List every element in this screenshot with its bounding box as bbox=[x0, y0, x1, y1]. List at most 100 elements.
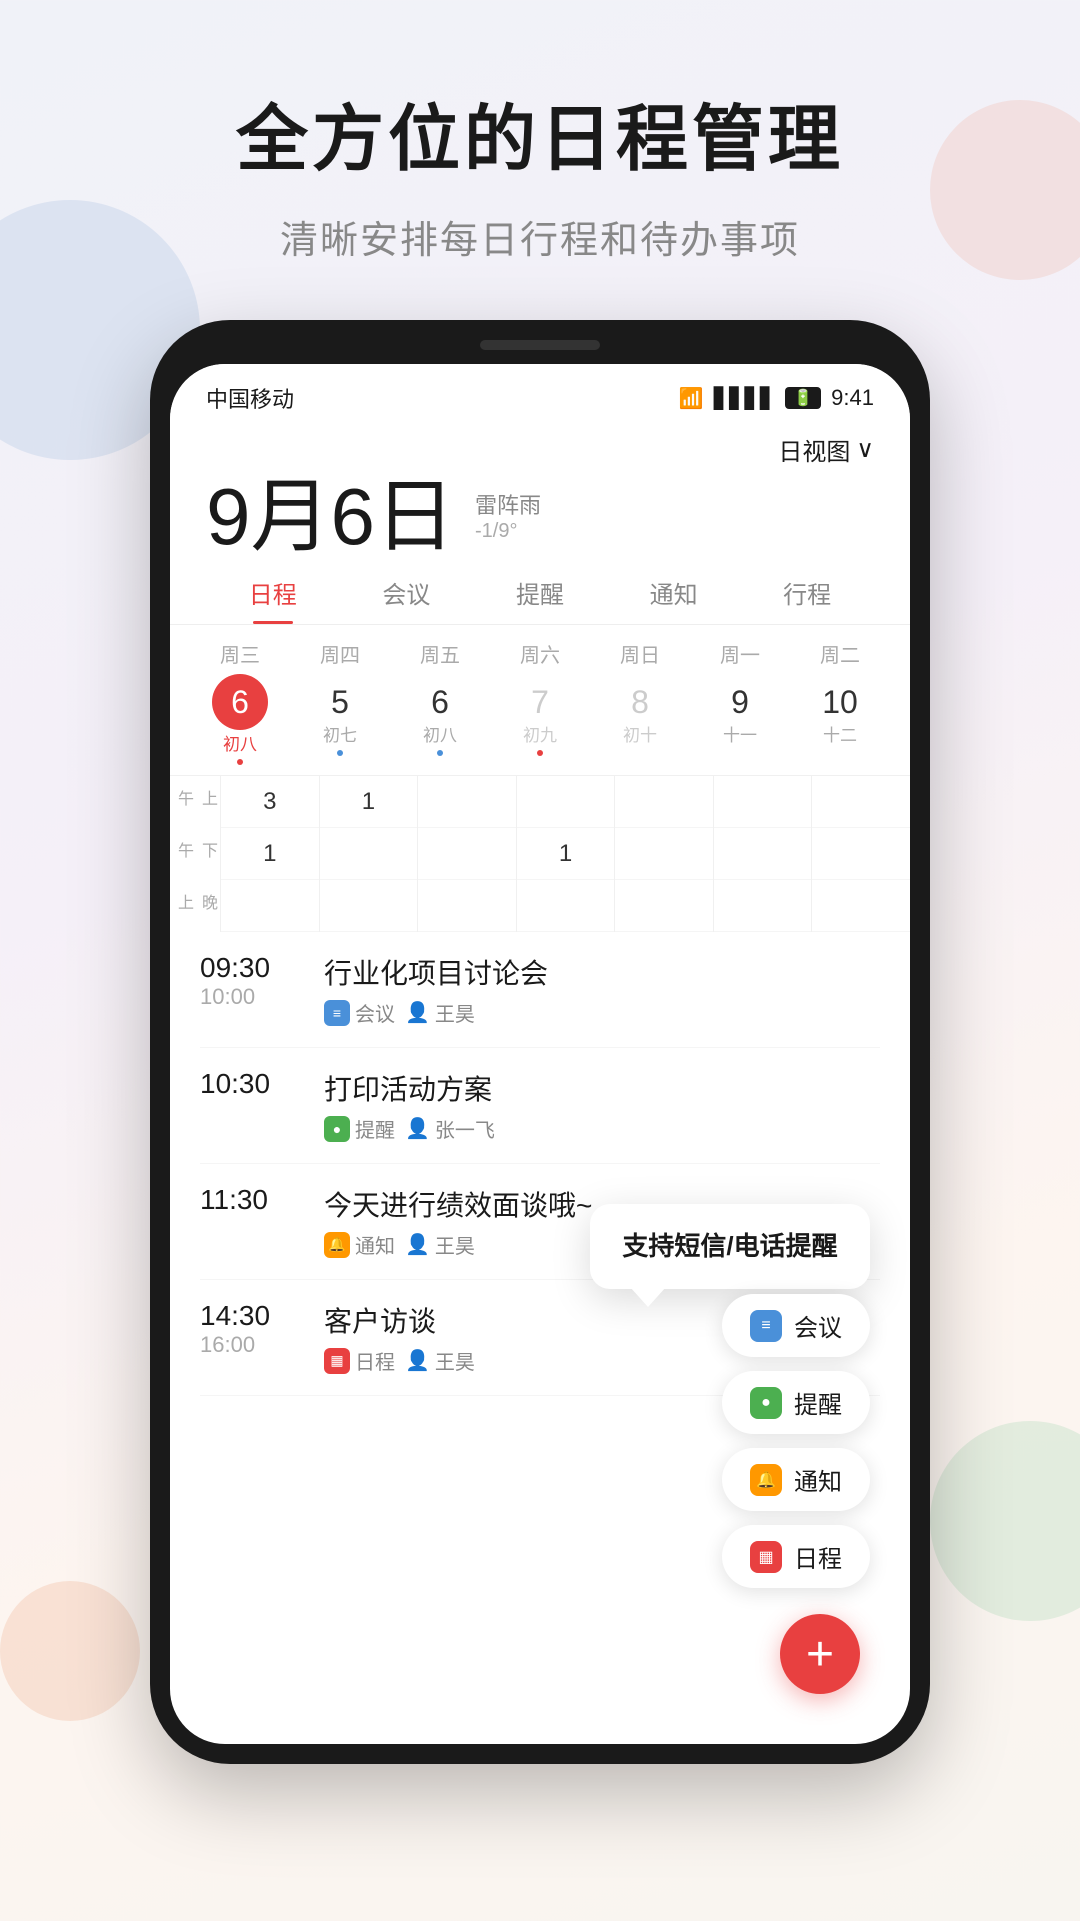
battery-icon: 🔋 bbox=[785, 387, 821, 409]
add-fab-button[interactable]: + bbox=[780, 1614, 860, 1694]
date-col-5[interactable]: 5 初七 bbox=[290, 684, 390, 756]
bg-circle-orange bbox=[0, 1581, 140, 1721]
quick-actions: ≡ 会议 ● 提醒 🔔 通知 ▦ 日程 bbox=[722, 1294, 870, 1588]
event-item-2[interactable]: 10:30 打印活动方案 ● 提醒 👤 张一飞 bbox=[200, 1048, 880, 1164]
grid-col-5: . . . bbox=[713, 776, 812, 932]
grid-col-4: . . . bbox=[614, 776, 713, 932]
quick-action-meeting[interactable]: ≡ 会议 bbox=[722, 1294, 870, 1357]
week-header: 周三 周四 周五 周六 周日 周一 周二 bbox=[170, 625, 910, 668]
week-col-tue: 周二 bbox=[790, 639, 890, 668]
tabs: 日程 会议 提醒 通知 行程 bbox=[170, 557, 910, 625]
event-badge-4: ▦ 日程 bbox=[324, 1346, 395, 1375]
qa-meeting-icon: ≡ bbox=[750, 1310, 782, 1342]
user-info-4: 👤 王昊 bbox=[405, 1346, 475, 1375]
signal-icon: ▋▋▋▋ bbox=[714, 386, 776, 411]
event-item-1[interactable]: 09:30 10:00 行业化项目讨论会 ≡ 会议 👤 王昊 bbox=[200, 932, 880, 1048]
event-start-1: 09:30 bbox=[200, 952, 300, 984]
event-badge-1: ≡ 会议 bbox=[324, 998, 395, 1027]
qa-notification-label: 通知 bbox=[794, 1462, 842, 1497]
quick-action-schedule[interactable]: ▦ 日程 bbox=[722, 1525, 870, 1588]
notification-icon: 🔔 bbox=[324, 1232, 350, 1258]
event-title-2: 打印活动方案 bbox=[324, 1068, 880, 1108]
event-time-col-4: 14:30 16:00 bbox=[200, 1300, 300, 1358]
person-icon-4: 👤 bbox=[405, 1348, 430, 1373]
grid-col-6: . . . bbox=[811, 776, 910, 932]
weather-info: 雷阵雨 -1/9° bbox=[475, 488, 541, 557]
date-section: 9月6日 雷阵雨 -1/9° bbox=[170, 467, 910, 557]
event-start-4: 14:30 bbox=[200, 1300, 300, 1332]
person-icon-2: 👤 bbox=[405, 1116, 430, 1141]
event-badge-2: ● 提醒 bbox=[324, 1114, 395, 1143]
hero-section: 全方位的日程管理 清晰安排每日行程和待办事项 bbox=[0, 0, 1080, 264]
date-col-10[interactable]: 10 十二 bbox=[790, 684, 890, 756]
qa-notification-icon: 🔔 bbox=[750, 1464, 782, 1496]
hero-title: 全方位的日程管理 bbox=[0, 80, 1080, 185]
event-end-1: 10:00 bbox=[200, 984, 300, 1010]
bg-circle-green bbox=[930, 1421, 1080, 1621]
reminder-icon: ● bbox=[324, 1116, 350, 1142]
date-display: 9月6日 bbox=[206, 477, 455, 557]
status-bar: 中国移动 📶 ▋▋▋▋ 🔋 9:41 bbox=[170, 364, 910, 424]
week-col-sat: 周六 bbox=[490, 639, 590, 668]
hero-subtitle: 清晰安排每日行程和待办事项 bbox=[0, 209, 1080, 264]
user-info-1: 👤 王昊 bbox=[405, 998, 475, 1027]
event-badge-3: 🔔 通知 bbox=[324, 1230, 395, 1259]
grid-col-3: . 1 . bbox=[516, 776, 615, 932]
tab-notification[interactable]: 通知 bbox=[607, 575, 741, 624]
phone-speaker bbox=[480, 340, 600, 350]
time-label-afternoon: 下午 bbox=[170, 828, 220, 880]
time: 9:41 bbox=[831, 385, 874, 411]
event-details-2: 打印活动方案 ● 提醒 👤 张一飞 bbox=[324, 1068, 880, 1143]
schedule-icon: ▦ bbox=[324, 1348, 350, 1374]
plus-icon: + bbox=[806, 1627, 834, 1682]
event-start-2: 10:30 bbox=[200, 1068, 300, 1100]
grid-body: 3 1 . 1 . . . . . . bbox=[220, 776, 910, 932]
person-icon-3: 👤 bbox=[405, 1232, 430, 1257]
qa-schedule-icon: ▦ bbox=[750, 1541, 782, 1573]
tab-meeting[interactable]: 会议 bbox=[340, 575, 474, 624]
quick-action-reminder[interactable]: ● 提醒 bbox=[722, 1371, 870, 1434]
phone-screen: 中国移动 📶 ▋▋▋▋ 🔋 9:41 日视图 ∨ 9月6日 雷 bbox=[170, 364, 910, 1744]
time-labels: 上午 下午 晚上 bbox=[170, 776, 220, 932]
tab-itinerary[interactable]: 行程 bbox=[740, 575, 874, 624]
event-title-1: 行业化项目讨论会 bbox=[324, 952, 880, 992]
week-col-mon: 周一 bbox=[690, 639, 790, 668]
tooltip-arrow bbox=[630, 1287, 666, 1307]
weather-type: 雷阵雨 bbox=[475, 488, 541, 520]
weather-temp: -1/9° bbox=[475, 520, 541, 543]
week-col-sun: 周日 bbox=[590, 639, 690, 668]
event-meta-1: ≡ 会议 👤 王昊 bbox=[324, 998, 880, 1027]
grid-col-1: 1 . . bbox=[319, 776, 418, 932]
qa-reminder-label: 提醒 bbox=[794, 1385, 842, 1420]
view-switcher[interactable]: 日视图 ∨ bbox=[778, 432, 874, 467]
status-right: 📶 ▋▋▋▋ 🔋 9:41 bbox=[679, 385, 874, 411]
tooltip-popup: 支持短信/电话提醒 bbox=[590, 1204, 870, 1289]
carrier: 中国移动 bbox=[206, 382, 294, 414]
event-end-4: 16:00 bbox=[200, 1332, 300, 1358]
meeting-icon: ≡ bbox=[324, 1000, 350, 1026]
schedule-grid: 上午 下午 晚上 3 1 . 1 . . . bbox=[170, 775, 910, 932]
quick-action-notification[interactable]: 🔔 通知 bbox=[722, 1448, 870, 1511]
person-icon: 👤 bbox=[405, 1000, 430, 1025]
date-col-today[interactable]: 6 初八 bbox=[190, 674, 290, 765]
week-col-wed: 周三 bbox=[190, 639, 290, 668]
user-info-3: 👤 王昊 bbox=[405, 1230, 475, 1259]
tab-schedule[interactable]: 日程 bbox=[206, 575, 340, 624]
phone-mockup: 中国移动 📶 ▋▋▋▋ 🔋 9:41 日视图 ∨ 9月6日 雷 bbox=[150, 320, 930, 1764]
event-time-col-3: 11:30 bbox=[200, 1184, 300, 1216]
week-col-fri: 周五 bbox=[390, 639, 490, 668]
qa-schedule-label: 日程 bbox=[794, 1539, 842, 1574]
event-start-3: 11:30 bbox=[200, 1184, 300, 1216]
time-label-evening: 晚上 bbox=[170, 880, 220, 932]
week-col-thu: 周四 bbox=[290, 639, 390, 668]
date-col-6[interactable]: 6 初八 bbox=[390, 684, 490, 756]
app-header: 日视图 ∨ bbox=[170, 424, 910, 467]
phone-outer: 中国移动 📶 ▋▋▋▋ 🔋 9:41 日视图 ∨ 9月6日 雷 bbox=[150, 320, 930, 1764]
date-col-9[interactable]: 9 十一 bbox=[690, 684, 790, 756]
wifi-icon: 📶 bbox=[679, 386, 704, 411]
tooltip-text: 支持短信/电话提醒 bbox=[620, 1226, 840, 1263]
date-col-8[interactable]: 8 初十 bbox=[590, 684, 690, 756]
view-label: 日视图 bbox=[778, 432, 850, 467]
tab-reminder[interactable]: 提醒 bbox=[473, 575, 607, 624]
date-col-7[interactable]: 7 初九 bbox=[490, 684, 590, 756]
